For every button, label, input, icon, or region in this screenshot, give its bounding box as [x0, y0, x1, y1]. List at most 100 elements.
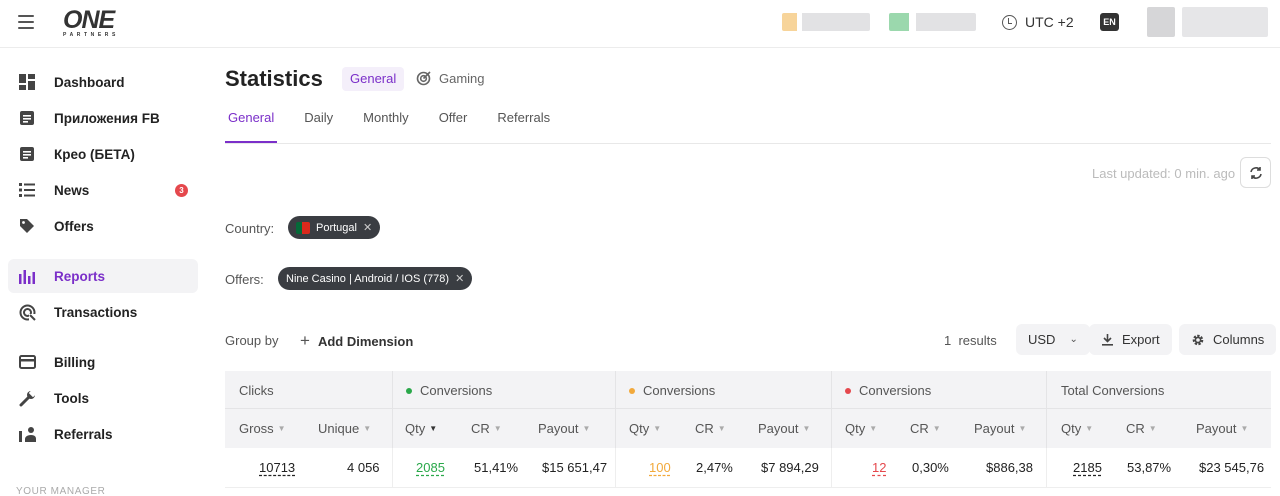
add-dimension-button[interactable]: + Add Dimension	[300, 331, 413, 351]
timezone-selector[interactable]: UTC +2	[1002, 14, 1074, 30]
tab-referrals[interactable]: Referrals	[494, 110, 553, 143]
col-payout[interactable]: Payout ▼	[538, 421, 590, 436]
page-title: Statistics	[225, 66, 323, 91]
offer-filter-chip[interactable]: Nine Casino | Android / IOS (778) ✕	[278, 267, 473, 290]
cell-green-qty[interactable]: 2085	[416, 460, 445, 475]
country-label: Country:	[225, 221, 275, 236]
card-icon	[18, 353, 36, 371]
balance-widget-1[interactable]	[782, 13, 870, 31]
col-unique[interactable]: Unique ▼	[318, 421, 371, 436]
red-dot	[845, 387, 851, 394]
col-cr[interactable]: CR ▼	[471, 421, 502, 436]
columns-button[interactable]: Columns	[1179, 324, 1277, 355]
sort-icon: ▼	[1240, 424, 1249, 433]
refresh-icon	[1249, 166, 1262, 179]
sort-icon: ▼	[932, 424, 941, 433]
remove-icon[interactable]: ✕	[455, 272, 464, 285]
table-column-header	[225, 409, 1271, 448]
tab-general[interactable]: General	[225, 110, 278, 143]
sidebar-item-referrals[interactable]: Referrals	[8, 417, 198, 451]
your-manager-label: YOUR MANAGER	[16, 486, 106, 496]
refresh-button[interactable]	[1240, 157, 1271, 188]
user-avatar[interactable]	[1147, 7, 1175, 37]
dashboard-icon	[18, 73, 36, 91]
mode-gaming-button[interactable]: Gaming	[416, 71, 485, 86]
cell-total-qty[interactable]: 2185	[1073, 460, 1102, 475]
tabs-divider	[225, 143, 1271, 144]
sidebar-item-kreo[interactable]: Крео (БЕТА)	[8, 137, 198, 171]
logo[interactable]: ONE PARTNERS	[63, 7, 119, 38]
results-count: 1 results	[944, 333, 997, 348]
green-dot	[406, 387, 412, 394]
cell-red-cr: 0,30%	[912, 460, 949, 475]
col-cr[interactable]: CR ▼	[695, 421, 726, 436]
group-total-conversions: Total Conversions	[1061, 383, 1165, 398]
sort-icon: ▼	[363, 424, 372, 433]
cell-red-payout: $886,38	[986, 460, 1033, 475]
sidebar-item-reports[interactable]: Reports	[8, 259, 198, 293]
tabs: General Daily Monthly Offer Referrals	[225, 110, 577, 143]
sort-icon: ▼	[582, 424, 591, 433]
sidebar-item-transactions[interactable]: Transactions	[8, 295, 198, 329]
menu-icon[interactable]	[18, 15, 34, 29]
col-qty[interactable]: Qty ▼	[845, 421, 877, 436]
cell-gross[interactable]: 10713	[259, 460, 295, 475]
top-bar: ONE PARTNERS UTC +2 EN	[0, 0, 1280, 48]
sort-icon: ▼	[493, 424, 502, 433]
news-badge: 3	[175, 184, 188, 197]
col-qty[interactable]: Qty ▼	[405, 421, 437, 436]
sidebar-item-tools[interactable]: Tools	[8, 381, 198, 415]
col-cr[interactable]: CR ▼	[1126, 421, 1157, 436]
language-switch[interactable]: EN	[1100, 13, 1119, 31]
group-clicks: Clicks	[239, 383, 274, 398]
col-payout[interactable]: Payout ▼	[1196, 421, 1248, 436]
country-filter-chip[interactable]: Portugal ✕	[288, 216, 381, 239]
balance-widget-2[interactable]	[889, 13, 976, 31]
gear-icon	[1192, 334, 1204, 345]
mode-general-chip[interactable]: General	[342, 67, 405, 91]
sidebar-item-dashboard[interactable]: Dashboard	[8, 65, 198, 99]
col-gross[interactable]: Gross ▼	[239, 421, 286, 436]
tab-monthly[interactable]: Monthly	[360, 110, 412, 143]
group-conversions-yellow: Conversions	[629, 383, 715, 398]
cell-green-cr: 51,41%	[474, 460, 519, 475]
remove-icon[interactable]: ✕	[363, 221, 372, 234]
target-icon	[416, 71, 431, 86]
col-payout[interactable]: Payout ▼	[974, 421, 1026, 436]
plus-icon: +	[300, 331, 310, 350]
cell-yellow-qty[interactable]: 100	[649, 460, 671, 475]
user-name[interactable]	[1182, 7, 1268, 37]
sort-icon: ▼	[717, 424, 726, 433]
sort-icon: ▼	[1148, 424, 1157, 433]
referrals-icon	[18, 425, 36, 443]
sort-icon: ▼	[802, 424, 811, 433]
col-payout[interactable]: Payout ▼	[758, 421, 810, 436]
sidebar-item-offers[interactable]: Offers	[8, 209, 198, 243]
cell-red-qty[interactable]: 12	[872, 460, 886, 475]
cell-yellow-payout: $7 894,29	[761, 460, 819, 475]
cell-unique: 4 056	[347, 460, 380, 475]
col-qty[interactable]: Qty ▼	[629, 421, 661, 436]
cell-total-payout: $23 545,76	[1199, 460, 1265, 475]
export-button[interactable]: Export	[1089, 324, 1172, 355]
tab-offer[interactable]: Offer	[436, 110, 471, 143]
yellow-dot	[629, 387, 635, 394]
tab-daily[interactable]: Daily	[301, 110, 336, 143]
currency-select[interactable]: USD ⌄	[1016, 324, 1090, 355]
sidebar-item-billing[interactable]: Billing	[8, 345, 198, 379]
col-cr[interactable]: CR ▼	[910, 421, 941, 436]
sort-icon: ▼	[869, 424, 878, 433]
download-icon	[1102, 334, 1113, 346]
sidebar-item-news[interactable]: News 3	[8, 173, 198, 207]
wrench-icon	[18, 389, 36, 407]
group-by-label: Group by	[225, 333, 279, 348]
sidebar-item-fb-apps[interactable]: Приложения FB	[8, 101, 198, 135]
cell-green-payout: $15 651,47	[542, 460, 608, 475]
bar-chart-icon	[18, 267, 36, 285]
col-qty[interactable]: Qty ▼	[1061, 421, 1093, 436]
offers-label: Offers:	[225, 272, 264, 287]
group-conversions-green: Conversions	[406, 383, 492, 398]
cell-yellow-cr: 2,47%	[696, 460, 733, 475]
last-updated: Last updated: 0 min. ago	[1092, 166, 1236, 181]
group-conversions-red: Conversions	[845, 383, 931, 398]
